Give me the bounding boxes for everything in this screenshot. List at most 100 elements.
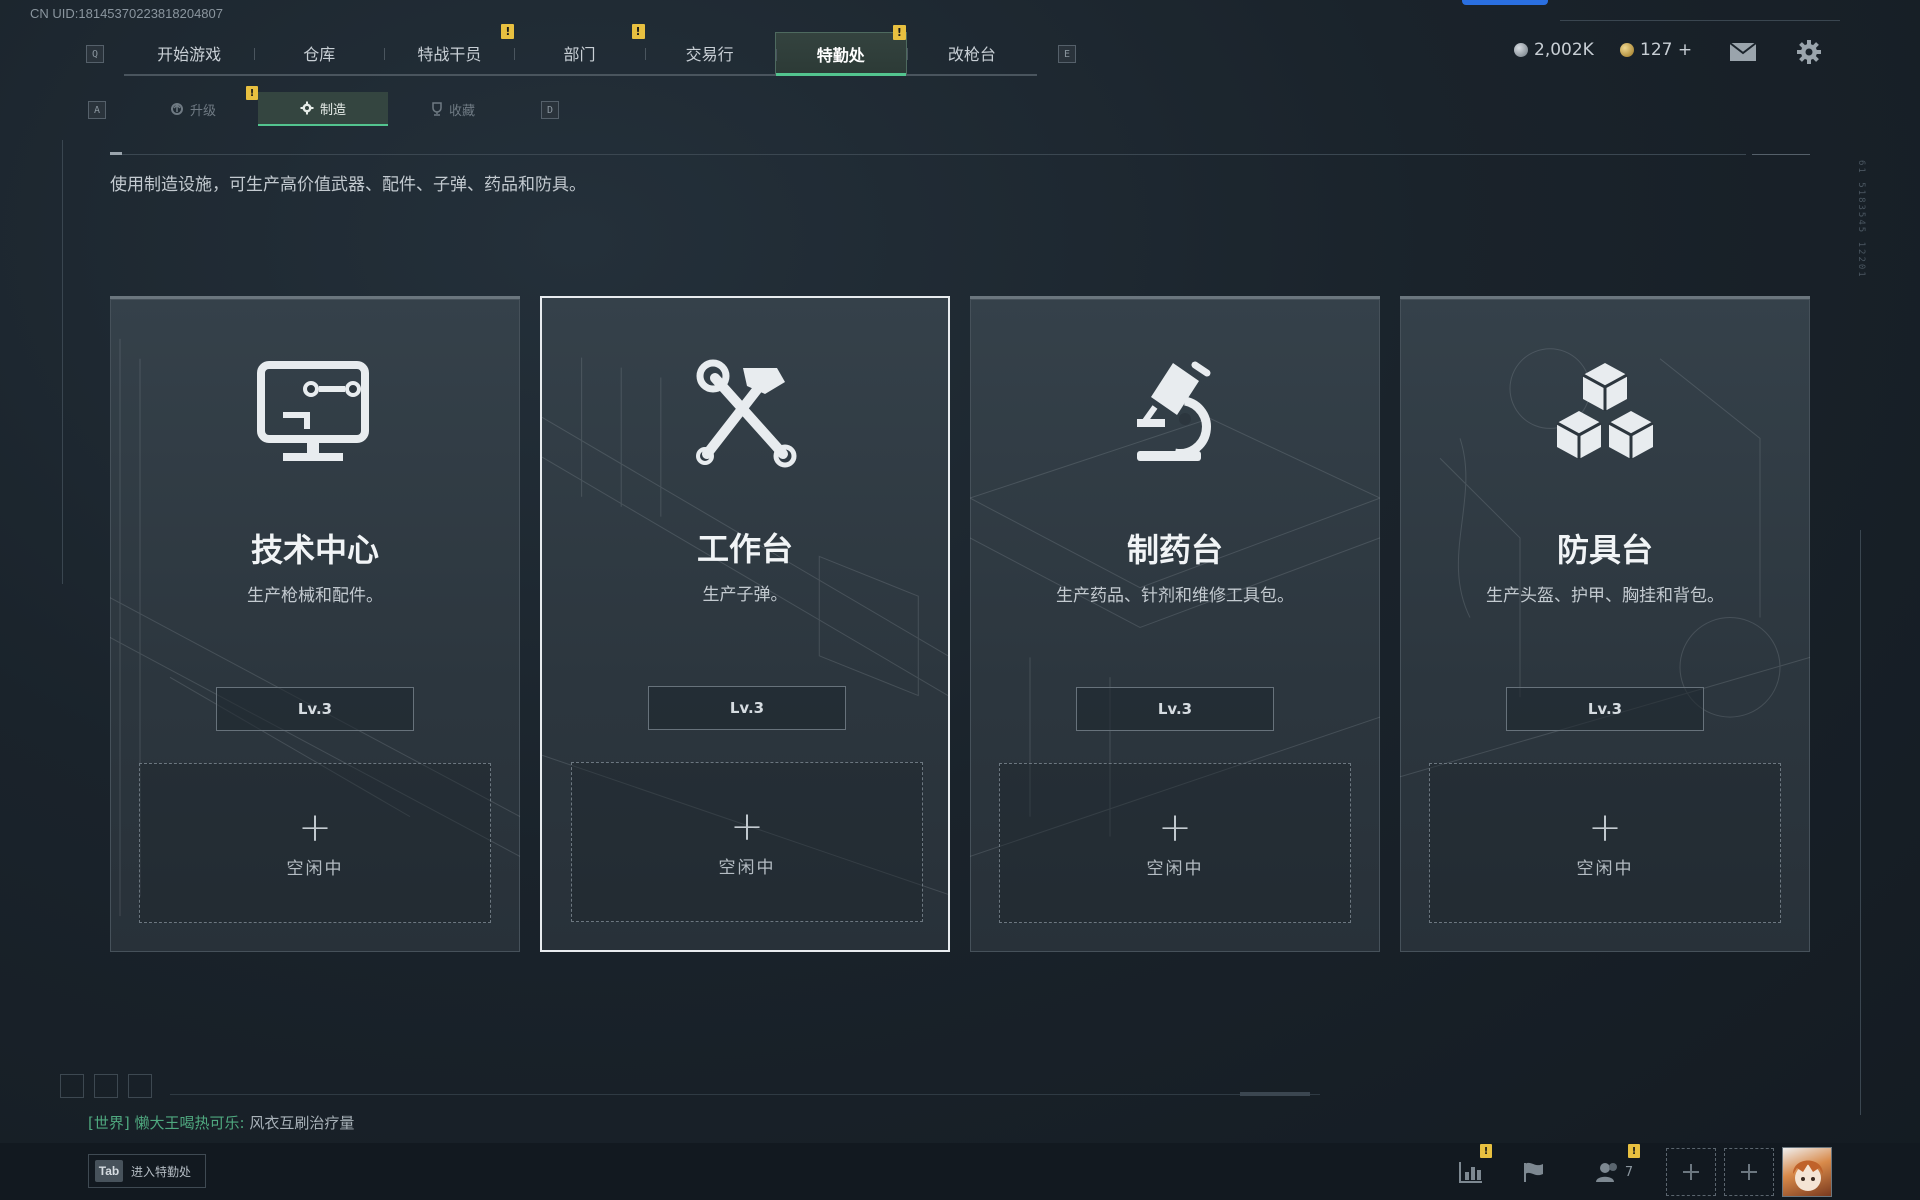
tab-key-icon: Tab (95, 1160, 123, 1182)
subtab-label: 制造 (319, 102, 346, 118)
plus-icon (1683, 1164, 1699, 1180)
tab-operators[interactable]: 特战干员! (384, 24, 515, 74)
station-card-armor[interactable]: 防具台 生产头盔、护甲、胸挂和背包。 Lv.3 + 空闲中 (1400, 296, 1810, 952)
mail-icon (1729, 42, 1757, 61)
tab-hint-label: 进入特勤处 (131, 1164, 192, 1179)
production-slot[interactable]: + 空闲中 (139, 763, 491, 923)
silver-coin-icon (1514, 43, 1528, 57)
boxes-icon (1556, 363, 1654, 459)
currency-silver[interactable]: 2,002K (1514, 40, 1594, 60)
main-nav: 开始游戏 仓库 特战干员! 部门! 交易行 特勤处! 改枪台 (124, 24, 1037, 76)
station-subtitle: 生产头盔、护甲、胸挂和背包。 (1486, 586, 1724, 606)
station-card-tech-center[interactable]: 技术中心 生产枪械和配件。 Lv.3 + 空闲中 (110, 296, 520, 952)
alert-icon: ! (1628, 1144, 1640, 1158)
top-accent-bar (1462, 0, 1548, 5)
plus-icon: + (1588, 804, 1622, 851)
station-subtitle: 生产枪械和配件。 (247, 586, 383, 606)
deco-progress-line (170, 1094, 1320, 1095)
station-title: 制药台 (1126, 531, 1223, 569)
subtab-collection[interactable]: 收藏 (388, 92, 518, 126)
upgrade-icon (170, 103, 183, 115)
top-divider (1560, 20, 1840, 21)
gold-amount: 127 + (1640, 40, 1693, 60)
slot-status: 空闲中 (1576, 858, 1634, 879)
deco-progress-seg (1240, 1092, 1310, 1096)
avatar[interactable] (1782, 1147, 1832, 1197)
station-title: 工作台 (696, 530, 793, 568)
tab-gunsmith[interactable]: 改枪台 (906, 32, 1037, 74)
tab-department[interactable]: 部门! (514, 24, 645, 74)
add-slot-button-1[interactable] (1666, 1148, 1716, 1196)
tab-label: 开始游戏 (157, 45, 222, 64)
slot-status: 空闲中 (718, 857, 776, 878)
friends-icon (1595, 1163, 1617, 1182)
subtab-label: 升级 (189, 103, 216, 119)
friends-button[interactable]: 7 ! (1584, 1144, 1644, 1196)
sub-nav: 升级 ! 制造 收藏 (128, 86, 518, 126)
plus-icon: + (1158, 804, 1192, 851)
key-hint-next-tab: E (1058, 45, 1076, 63)
production-slot[interactable]: + 空闲中 (1429, 763, 1781, 923)
subtab-label: 收藏 (448, 103, 475, 119)
plus-icon (1741, 1164, 1757, 1180)
page-description: 使用制造设施，可生产高价值武器、配件、子弹、药品和防具。 (110, 175, 586, 195)
flag-icon (1524, 1162, 1543, 1182)
chat-channel: [世界] (88, 1114, 130, 1132)
chat-message: 风衣互刷治疗量 (249, 1114, 355, 1132)
currency-gold[interactable]: 127 + (1620, 40, 1692, 60)
production-slot[interactable]: + 空闲中 (999, 763, 1351, 923)
subtab-crafting[interactable]: 制造 (258, 92, 388, 126)
plus-icon: + (730, 803, 764, 850)
silver-amount: 2,002K (1534, 40, 1594, 60)
slot-status: 空闲中 (286, 858, 344, 879)
alert-icon: ! (631, 24, 645, 39)
chat-sender: 懒大王喝热可乐: (134, 1114, 245, 1132)
chat-line[interactable]: [世界] 懒大王喝热可乐: 风衣互刷治疗量 (88, 1112, 354, 1133)
station-subtitle: 生产药品、针剂和维修工具包。 (1056, 586, 1294, 606)
enter-special-ops-button[interactable]: Tab 进入特勤处 (88, 1154, 206, 1188)
station-subtitle: 生产子弹。 (702, 585, 788, 605)
deco-line-left (62, 140, 63, 584)
station-title: 防具台 (1556, 531, 1653, 569)
uid-label: CN UID:18145370223818204807 (30, 6, 223, 21)
add-slot-button-2[interactable] (1724, 1148, 1774, 1196)
tab-trade[interactable]: 交易行 (644, 32, 775, 74)
tab-label: 特战干员 (417, 45, 482, 64)
alert-icon: ! (1480, 1144, 1492, 1158)
bar-chart-icon (1459, 1162, 1482, 1183)
tab-start-game[interactable]: 开始游戏 (124, 32, 254, 74)
settings-button[interactable] (1784, 28, 1834, 76)
station-title: 技术中心 (250, 531, 379, 569)
tab-warehouse[interactable]: 仓库 (254, 32, 384, 74)
side-code: 61 5183545 12201 (1856, 160, 1866, 279)
tab-label: 交易行 (685, 45, 734, 64)
avatar-icon (1793, 1160, 1823, 1191)
stats-button[interactable]: ! (1446, 1144, 1496, 1196)
production-slot[interactable]: + 空闲中 (571, 762, 923, 922)
tab-label: 特勤处 (816, 45, 865, 65)
subtab-upgrade[interactable]: 升级 ! (128, 86, 258, 126)
gear-icon (300, 101, 314, 115)
station-card-pharmacy[interactable]: 制药台 生产药品、针剂和维修工具包。 Lv.3 + 空闲中 (970, 296, 1380, 952)
station-card-workbench[interactable]: 工作台 生产子弹。 Lv.3 + 空闲中 (540, 296, 950, 952)
header-divider (110, 154, 1746, 155)
station-level-badge: Lv.3 (1506, 687, 1704, 731)
gear-icon (1797, 40, 1821, 64)
station-level-badge: Lv.3 (1076, 687, 1274, 731)
tab-special-ops[interactable]: 特勤处! (774, 25, 907, 76)
hammer-wrench-icon (696, 359, 797, 468)
key-hint-next-subtab: D (541, 101, 559, 119)
alert-icon: ! (892, 25, 906, 40)
tab-label: 仓库 (303, 45, 336, 64)
mail-button[interactable] (1718, 28, 1768, 76)
computer-icon (257, 361, 369, 461)
tab-label: 改枪台 (947, 45, 996, 64)
gold-coin-icon (1620, 43, 1634, 57)
flag-button[interactable] (1508, 1148, 1558, 1196)
key-hint-prev-tab: Q (86, 45, 104, 63)
microscope-icon (1137, 361, 1211, 461)
alert-icon: ! (501, 24, 515, 39)
friends-count: 7 (1624, 1164, 1634, 1180)
station-level-badge: Lv.3 (216, 687, 414, 731)
key-hint-prev-subtab: A (88, 101, 106, 119)
